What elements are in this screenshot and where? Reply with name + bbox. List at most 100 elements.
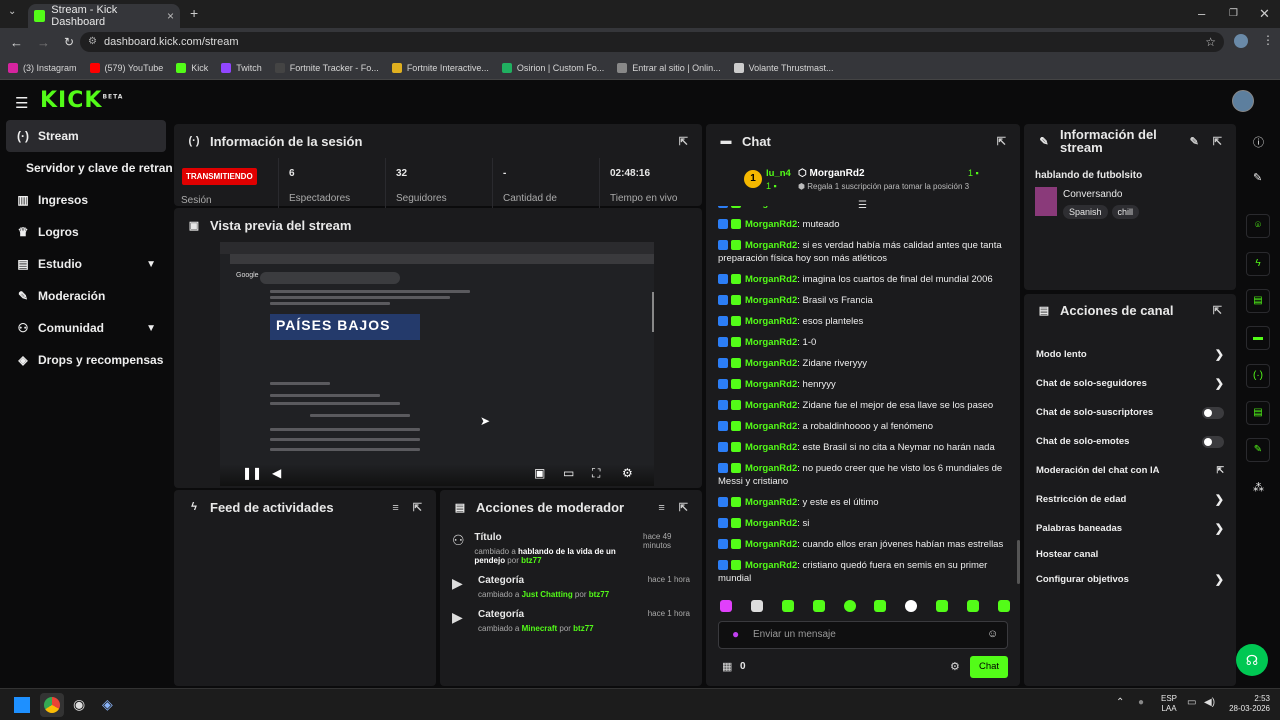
kick-logo[interactable]: KICKBETA <box>40 88 123 113</box>
language-indicator[interactable]: ESP LAA <box>1161 694 1177 714</box>
emote-icon[interactable] <box>874 600 887 612</box>
chat-username[interactable]: MorganRd2 <box>745 442 797 453</box>
lightning-icon[interactable]: ϟ <box>1246 252 1270 276</box>
chat-username[interactable]: MorganRd2 <box>745 421 797 432</box>
filter-icon[interactable]: ≡ <box>392 502 398 514</box>
emote-icon[interactable] <box>781 600 794 612</box>
emote-icon[interactable] <box>905 600 918 612</box>
chat-username[interactable]: MorganRd2 <box>745 497 797 508</box>
minimize-icon[interactable]: – <box>1198 6 1205 21</box>
chat-icon[interactable]: ▬ <box>1246 326 1270 350</box>
steam-taskbar-icon[interactable]: ◈ <box>102 696 113 713</box>
emote-icon[interactable] <box>997 600 1010 612</box>
send-chat-button[interactable]: Chat <box>970 656 1008 678</box>
chat-username[interactable]: MorganRd2 <box>745 337 797 348</box>
obs-taskbar-icon[interactable]: ◉ <box>73 696 85 713</box>
chat-username[interactable]: MorganRd2 <box>745 240 797 251</box>
add-widget-icon[interactable]: ⁂ <box>1253 481 1264 494</box>
sidebar-item-comunidad[interactable]: ⚇ Comunidad ▼ <box>0 312 172 344</box>
menu-kebab-icon[interactable]: ⋮ <box>1262 33 1274 47</box>
popout-icon[interactable]: ⇱ <box>1213 136 1222 148</box>
chat-settings-icon[interactable]: ⚙ <box>950 660 960 673</box>
filter-icon[interactable]: ≡ <box>658 502 664 514</box>
close-window-icon[interactable]: ✕ <box>1259 6 1270 22</box>
broadcast-icon[interactable]: (·) <box>1246 364 1270 388</box>
wrench-icon[interactable]: ✎ <box>1246 438 1270 462</box>
chat-username[interactable]: MorganRd2 <box>745 400 797 411</box>
chat-input[interactable]: Enviar un mensaje <box>718 621 1008 649</box>
new-tab-icon[interactable]: + <box>190 5 198 21</box>
bookmark[interactable]: Kick <box>176 62 208 73</box>
clip-icon[interactable]: ⌾ <box>1246 214 1270 238</box>
sidebar-item-logros[interactable]: ♛ Logros <box>0 216 172 248</box>
chrome-taskbar-icon[interactable] <box>40 693 64 717</box>
maximize-icon[interactable]: ❐ <box>1229 8 1238 19</box>
gift-sub-text[interactable]: ⬢ Regala 1 suscripción para tomar la pos… <box>798 182 969 191</box>
emote-icon[interactable] <box>750 600 763 612</box>
category-link[interactable]: Just Chatting <box>522 590 573 599</box>
sidebar-item-moderacion[interactable]: ✎ Moderación <box>0 280 172 312</box>
bookmark[interactable]: Fortnite Interactive... <box>391 62 489 73</box>
clock[interactable]: 2:53 28-03-2026 <box>1224 694 1270 714</box>
reload-icon[interactable]: ↻ <box>64 35 74 49</box>
chat-username[interactable]: MorganRd2 <box>745 219 797 230</box>
popout-icon[interactable]: ⇱ <box>679 502 688 514</box>
emote-icon[interactable] <box>843 600 856 612</box>
sidebar-item-ingresos[interactable]: ▥ Ingresos <box>0 184 172 216</box>
network-icon[interactable]: ▭ <box>1187 697 1196 708</box>
chat-username[interactable]: MorganRd2 <box>745 539 797 550</box>
theater-icon[interactable]: ▭ <box>563 466 574 480</box>
pause-icon[interactable]: ❚❚ <box>242 466 262 480</box>
action-age-restriction[interactable]: Restricción de edad ❯ <box>1024 485 1236 514</box>
subscribers-only-toggle[interactable] <box>1202 406 1224 419</box>
category-name[interactable]: Conversando <box>1063 189 1122 200</box>
chat-username[interactable]: MorganRd2 <box>745 379 797 390</box>
pip-icon[interactable]: ▣ <box>534 466 545 480</box>
support-headset-icon[interactable]: ☊ <box>1236 644 1268 676</box>
channel-icon[interactable]: ▤ <box>1246 401 1270 425</box>
profile-icon[interactable] <box>1234 34 1248 48</box>
chat-username[interactable]: MorganRd2 <box>745 358 797 369</box>
popout-icon[interactable]: ⇱ <box>1213 304 1222 317</box>
close-tab-icon[interactable]: × <box>167 9 174 23</box>
action-banned-words[interactable]: Palabras baneadas ❯ <box>1024 514 1236 543</box>
bookmark-star-icon[interactable]: ☆ <box>1205 32 1216 52</box>
tab-search-icon[interactable]: ⌄ <box>8 6 16 17</box>
mod-user-link[interactable]: btz77 <box>589 590 609 599</box>
bookmark[interactable]: Entrar al sitio | Onlin... <box>617 62 721 73</box>
microphone-icon[interactable]: ● <box>732 627 739 641</box>
volume-icon[interactable]: ◀) <box>1204 697 1215 708</box>
chat-scrollbar[interactable] <box>1017 540 1020 584</box>
chat-username[interactable]: MorganRd2 <box>745 518 797 529</box>
action-host-channel[interactable]: Hostear canal <box>1024 543 1236 565</box>
sidebar-item-server-key[interactable]: Servidor y clave de retransmisión <box>0 152 172 184</box>
emote-icon[interactable] <box>720 600 732 612</box>
fullscreen-icon[interactable]: ⛶ <box>592 466 600 481</box>
category-link[interactable]: Minecraft <box>522 624 558 633</box>
address-bar[interactable]: ⚙ dashboard.kick.com/stream ☆ <box>80 32 1224 52</box>
sidebar-item-drops[interactable]: ◈ Drops y recompensas <box>0 344 172 376</box>
emoji-picker-icon[interactable]: ☺ <box>987 628 998 640</box>
chat-username[interactable]: MorganRd2 <box>745 463 797 474</box>
action-goals[interactable]: Configurar objetivos ❯ <box>1024 565 1236 594</box>
hamburger-menu-icon[interactable]: ☰ <box>15 94 28 112</box>
action-followers-only[interactable]: Chat de solo-seguidores ❯ <box>1024 369 1236 398</box>
chat-username[interactable]: MorganRd2 <box>745 206 797 209</box>
bookmark[interactable]: Twitch <box>221 62 262 73</box>
chat-username[interactable]: MorganRd2 <box>745 295 797 306</box>
action-ai-moderation[interactable]: Moderación del chat con IA ⇱ <box>1024 456 1236 485</box>
leader-username[interactable]: lu_n4 <box>766 168 791 179</box>
sidebar-item-estudio[interactable]: ▤ Estudio ▼ <box>0 248 172 280</box>
site-info-icon[interactable]: ⚙ <box>88 32 97 52</box>
bookmark[interactable]: (3) Instagram <box>8 62 77 73</box>
chat-username[interactable]: MorganRd2 <box>745 316 797 327</box>
bookmark[interactable]: Volante Thrustmast... <box>733 62 833 73</box>
volume-icon[interactable]: ◀ <box>272 466 281 480</box>
bookmark[interactable]: (579) YouTube <box>89 62 163 73</box>
emote-icon[interactable] <box>936 600 949 612</box>
emote-icon[interactable] <box>812 600 825 612</box>
clipboard-icon[interactable]: ▤ <box>1246 289 1270 313</box>
forward-icon[interactable]: → <box>37 35 50 50</box>
sidebar-item-stream[interactable]: (·) Stream <box>6 120 166 152</box>
popout-icon[interactable]: ⇱ <box>679 135 688 148</box>
